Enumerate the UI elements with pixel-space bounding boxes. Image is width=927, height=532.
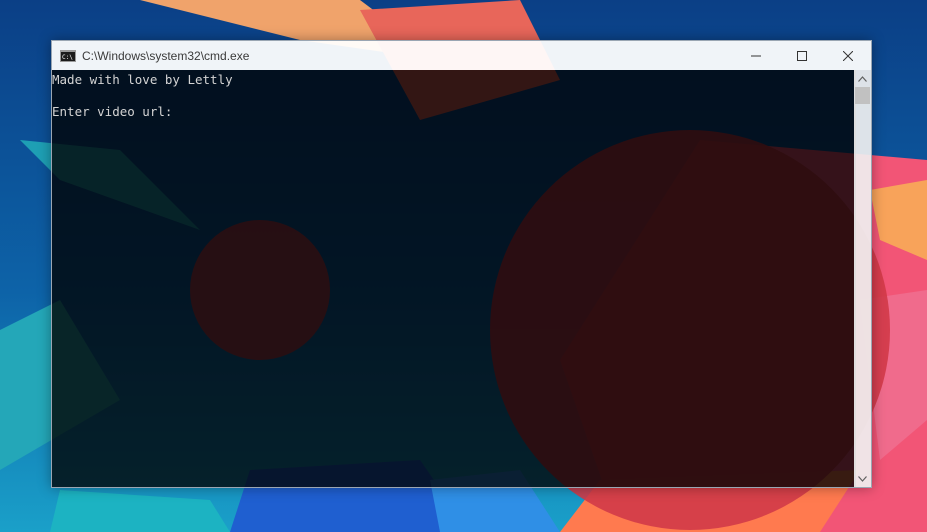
window-title: C:\Windows\system32\cmd.exe (82, 48, 250, 63)
vertical-scrollbar[interactable] (854, 70, 871, 487)
title-bar[interactable]: C:\ C:\Windows\system32\cmd.exe (52, 41, 871, 70)
chevron-down-icon (858, 475, 867, 482)
console-prompt: Enter video url: (52, 104, 180, 119)
maximize-icon (797, 50, 807, 61)
cmd-icon: C:\ (60, 49, 76, 62)
close-icon (843, 50, 853, 61)
svg-text:C:\: C:\ (62, 54, 73, 61)
console-line: Made with love by Lettly (52, 72, 233, 87)
scroll-up-button[interactable] (854, 70, 871, 87)
console-output[interactable]: Made with love by Lettly Enter video url… (52, 70, 856, 487)
scroll-down-button[interactable] (854, 470, 871, 487)
maximize-button[interactable] (779, 41, 825, 70)
minimize-icon (751, 55, 761, 56)
scrollbar-thumb[interactable] (855, 87, 870, 104)
chevron-up-icon (858, 75, 867, 82)
minimize-button[interactable] (733, 41, 779, 70)
close-button[interactable] (825, 41, 871, 70)
cmd-window: C:\ C:\Windows\system32\cmd.exe Made wit… (51, 40, 872, 488)
